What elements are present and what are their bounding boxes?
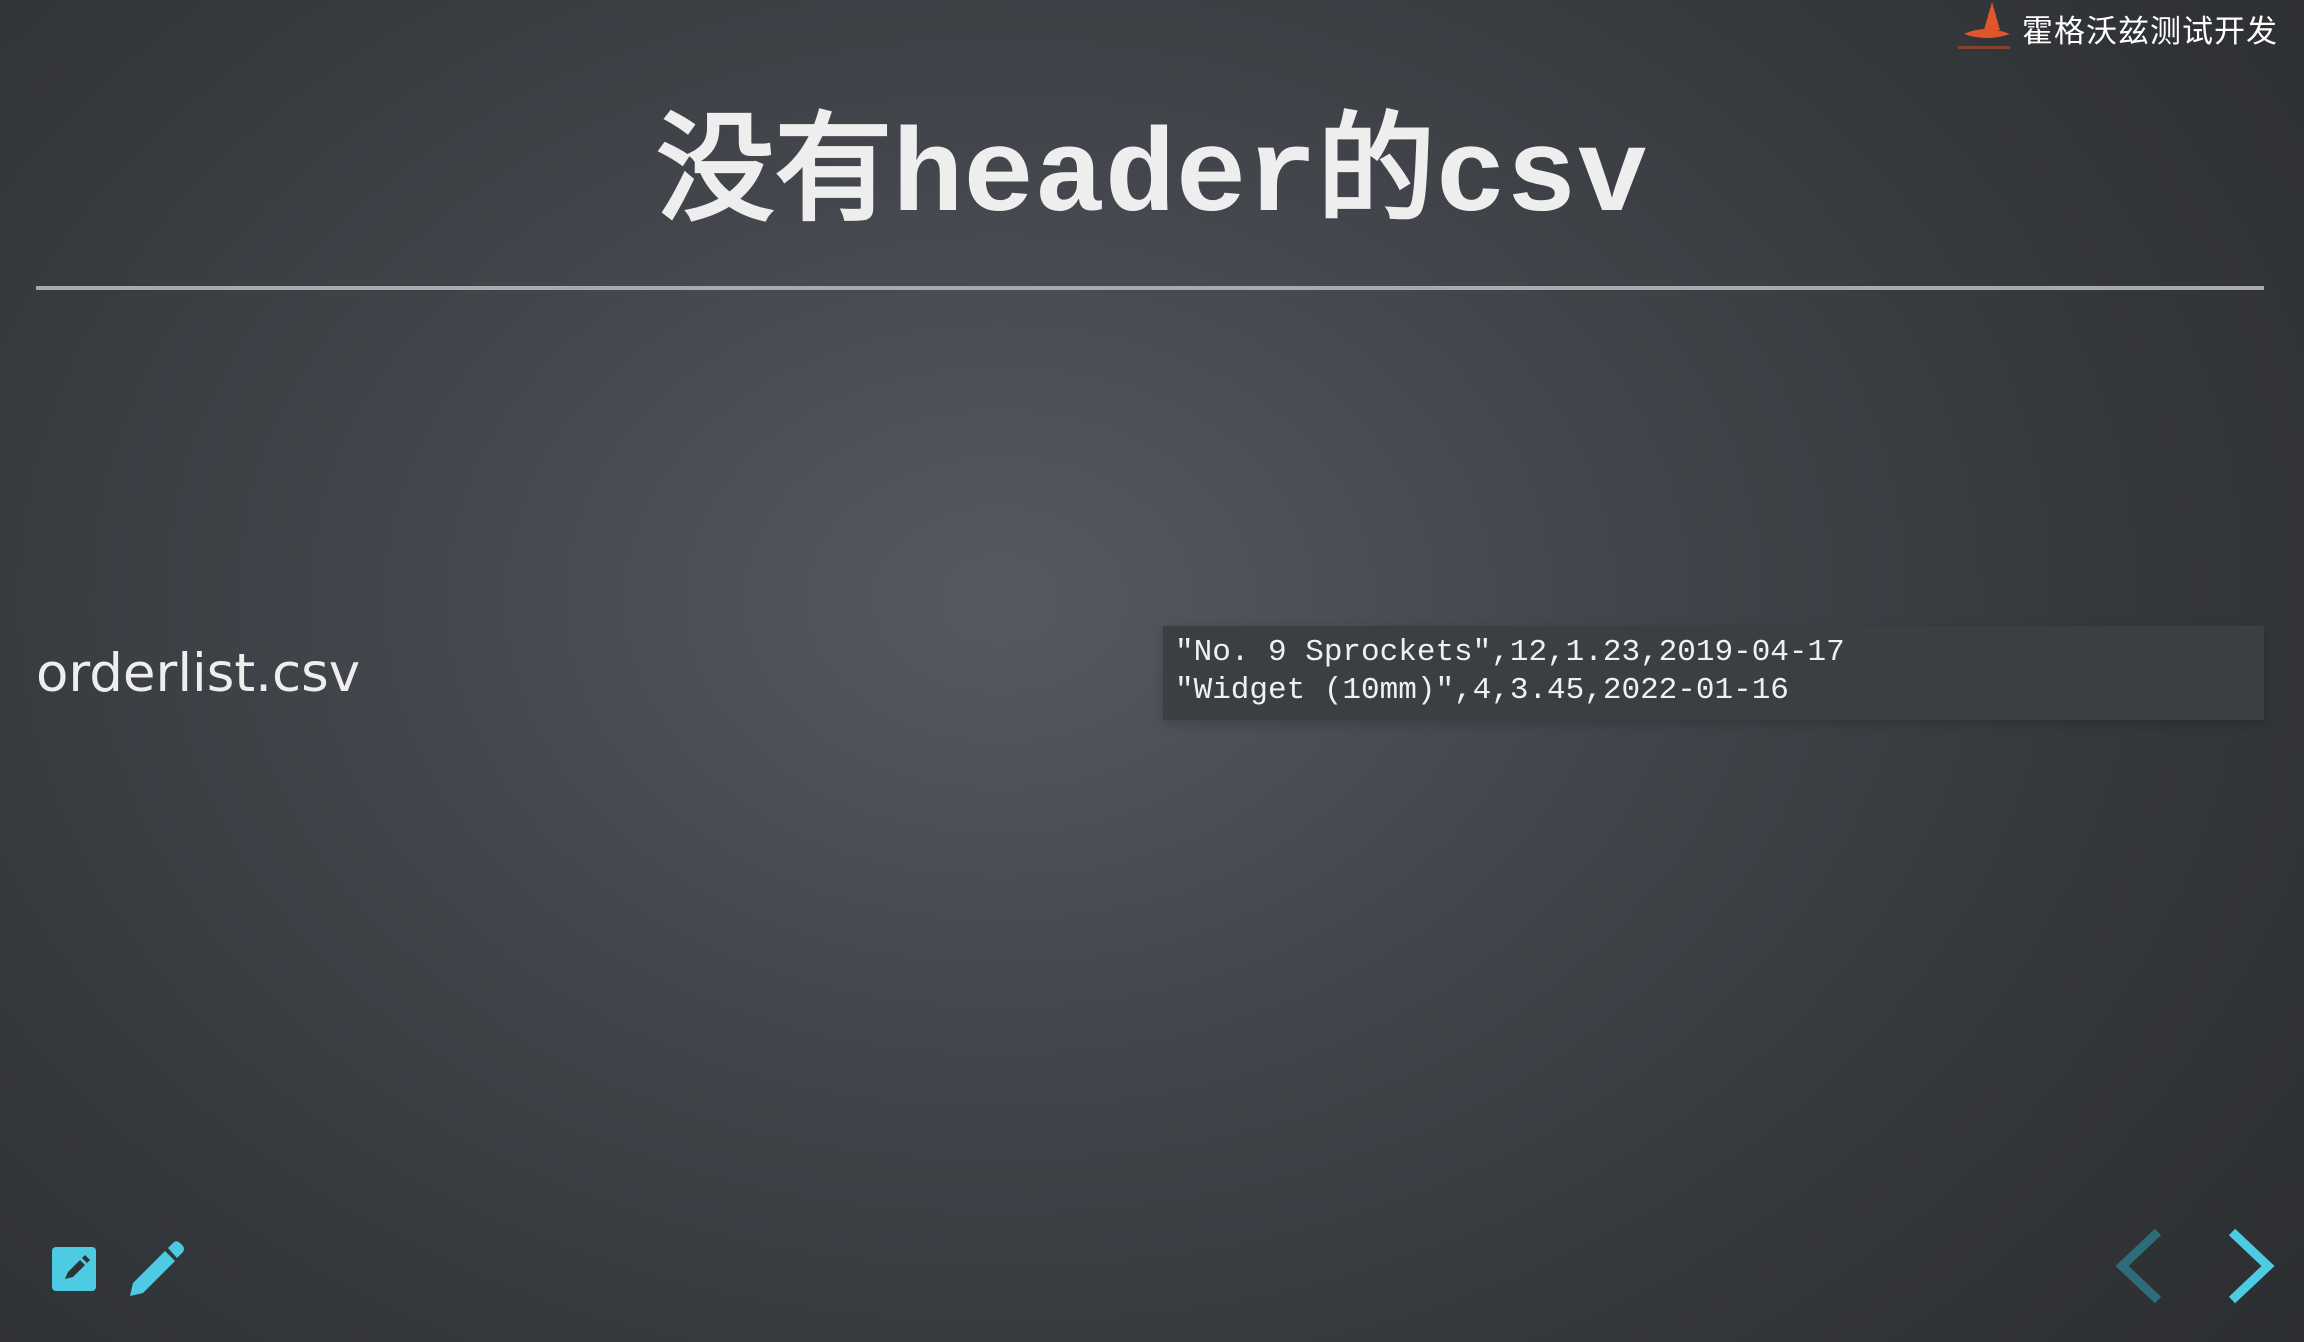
code-line: "Widget (10mm)",4,3.45,2022-01-16	[1175, 673, 1789, 708]
code-block: "No. 9 Sprockets",12,1.23,2019-04-17 "Wi…	[1163, 626, 2264, 720]
file-name-text: orderlist.csv	[36, 643, 361, 704]
slide-title: 没有header的csv	[656, 113, 1648, 246]
next-slide-button[interactable]	[2212, 1224, 2282, 1308]
pen-button[interactable]	[124, 1238, 188, 1302]
pencil-icon	[130, 1241, 184, 1296]
editor-button[interactable]	[44, 1238, 108, 1302]
edit-box-icon	[52, 1247, 96, 1291]
title-divider	[36, 286, 2264, 290]
code-line: "No. 9 Sprockets",12,1.23,2019-04-17	[1175, 635, 1845, 670]
chevron-right-icon	[2228, 1228, 2275, 1304]
prev-slide-button[interactable]	[2108, 1224, 2178, 1308]
chevron-left-icon	[2115, 1228, 2162, 1304]
witch-hat-logo-icon	[1958, 2, 2010, 49]
brand: 霍格沃兹测试开发	[1954, 0, 2278, 56]
brand-name: 霍格沃兹测试开发	[2022, 13, 2278, 50]
